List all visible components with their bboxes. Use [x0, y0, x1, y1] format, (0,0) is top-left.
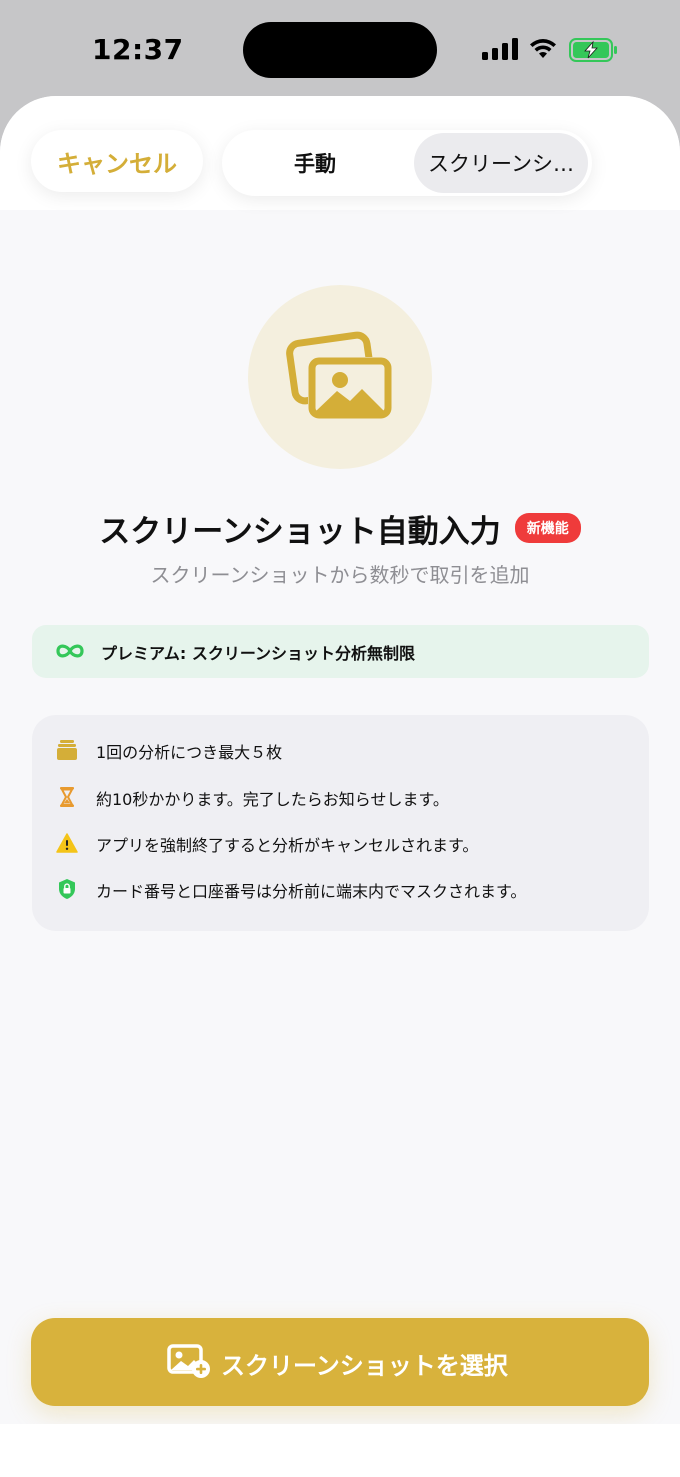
segment-manual[interactable]: 手動	[222, 130, 408, 196]
info-text: カード番号と口座番号は分析前に端末内でマスクされます。	[96, 882, 527, 901]
page-title: スクリーンショット自動入力	[99, 513, 501, 550]
bottom-safe-area	[0, 1424, 680, 1477]
status-time: 12:37	[92, 33, 184, 66]
title-row: スクリーンショット自動入力 新機能	[0, 506, 680, 550]
segment-screenshot[interactable]: スクリーンシ…	[414, 133, 588, 193]
info-card: 1回の分析につき最大５枚 約10秒かかります。完了したらお知らせします。 アプリ…	[32, 715, 649, 931]
sheet-header: キャンセル 手動 スクリーンシ…	[0, 96, 680, 210]
dynamic-island	[243, 22, 437, 78]
page-subtitle: スクリーンショットから数秒で取引を追加	[150, 563, 530, 587]
select-screenshot-button[interactable]: スクリーンショットを選択	[31, 1318, 649, 1406]
info-text: 約10秒かかります。完了したらお知らせします。	[96, 790, 449, 809]
info-item-force-quit-warning: アプリを強制終了すると分析がキャンセルされます。	[32, 828, 649, 858]
select-screenshot-label: スクリーンショットを選択	[221, 1352, 508, 1380]
lock-shield-icon	[59, 879, 75, 899]
warning-icon	[56, 833, 78, 853]
photos-icon	[286, 331, 392, 419]
add-photo-icon	[167, 1344, 210, 1378]
info-item-masking: カード番号と口座番号は分析前に端末内でマスクされます。	[32, 874, 649, 904]
new-feature-badge: 新機能	[514, 513, 581, 543]
info-text: アプリを強制終了すると分析がキャンセルされます。	[96, 836, 479, 855]
cancel-button[interactable]: キャンセル	[31, 130, 203, 192]
info-item-max-images: 1回の分析につき最大５枚	[32, 735, 649, 765]
wifi-icon	[530, 39, 556, 58]
premium-banner: プレミアム: スクリーンショット分析無制限	[32, 625, 649, 678]
status-bar: 12:37	[0, 0, 680, 96]
premium-text: プレミアム: スクリーンショット分析無制限	[101, 644, 416, 663]
input-mode-segmented-control: 手動 スクリーンシ…	[222, 130, 592, 196]
info-item-duration: 約10秒かかります。完了したらお知らせします。	[32, 782, 649, 812]
battery-charging-icon	[569, 38, 617, 62]
screenshot-import-sheet: キャンセル 手動 スクリーンシ… スクリーンショット自動入力 新機能 スクリーン…	[0, 96, 680, 1477]
stack-icon	[57, 740, 77, 760]
hero-icon-circle	[248, 285, 432, 469]
infinity-icon	[56, 644, 84, 658]
info-text: 1回の分析につき最大５枚	[96, 743, 283, 762]
cellular-signal-icon	[482, 38, 518, 60]
hourglass-icon	[60, 787, 74, 807]
